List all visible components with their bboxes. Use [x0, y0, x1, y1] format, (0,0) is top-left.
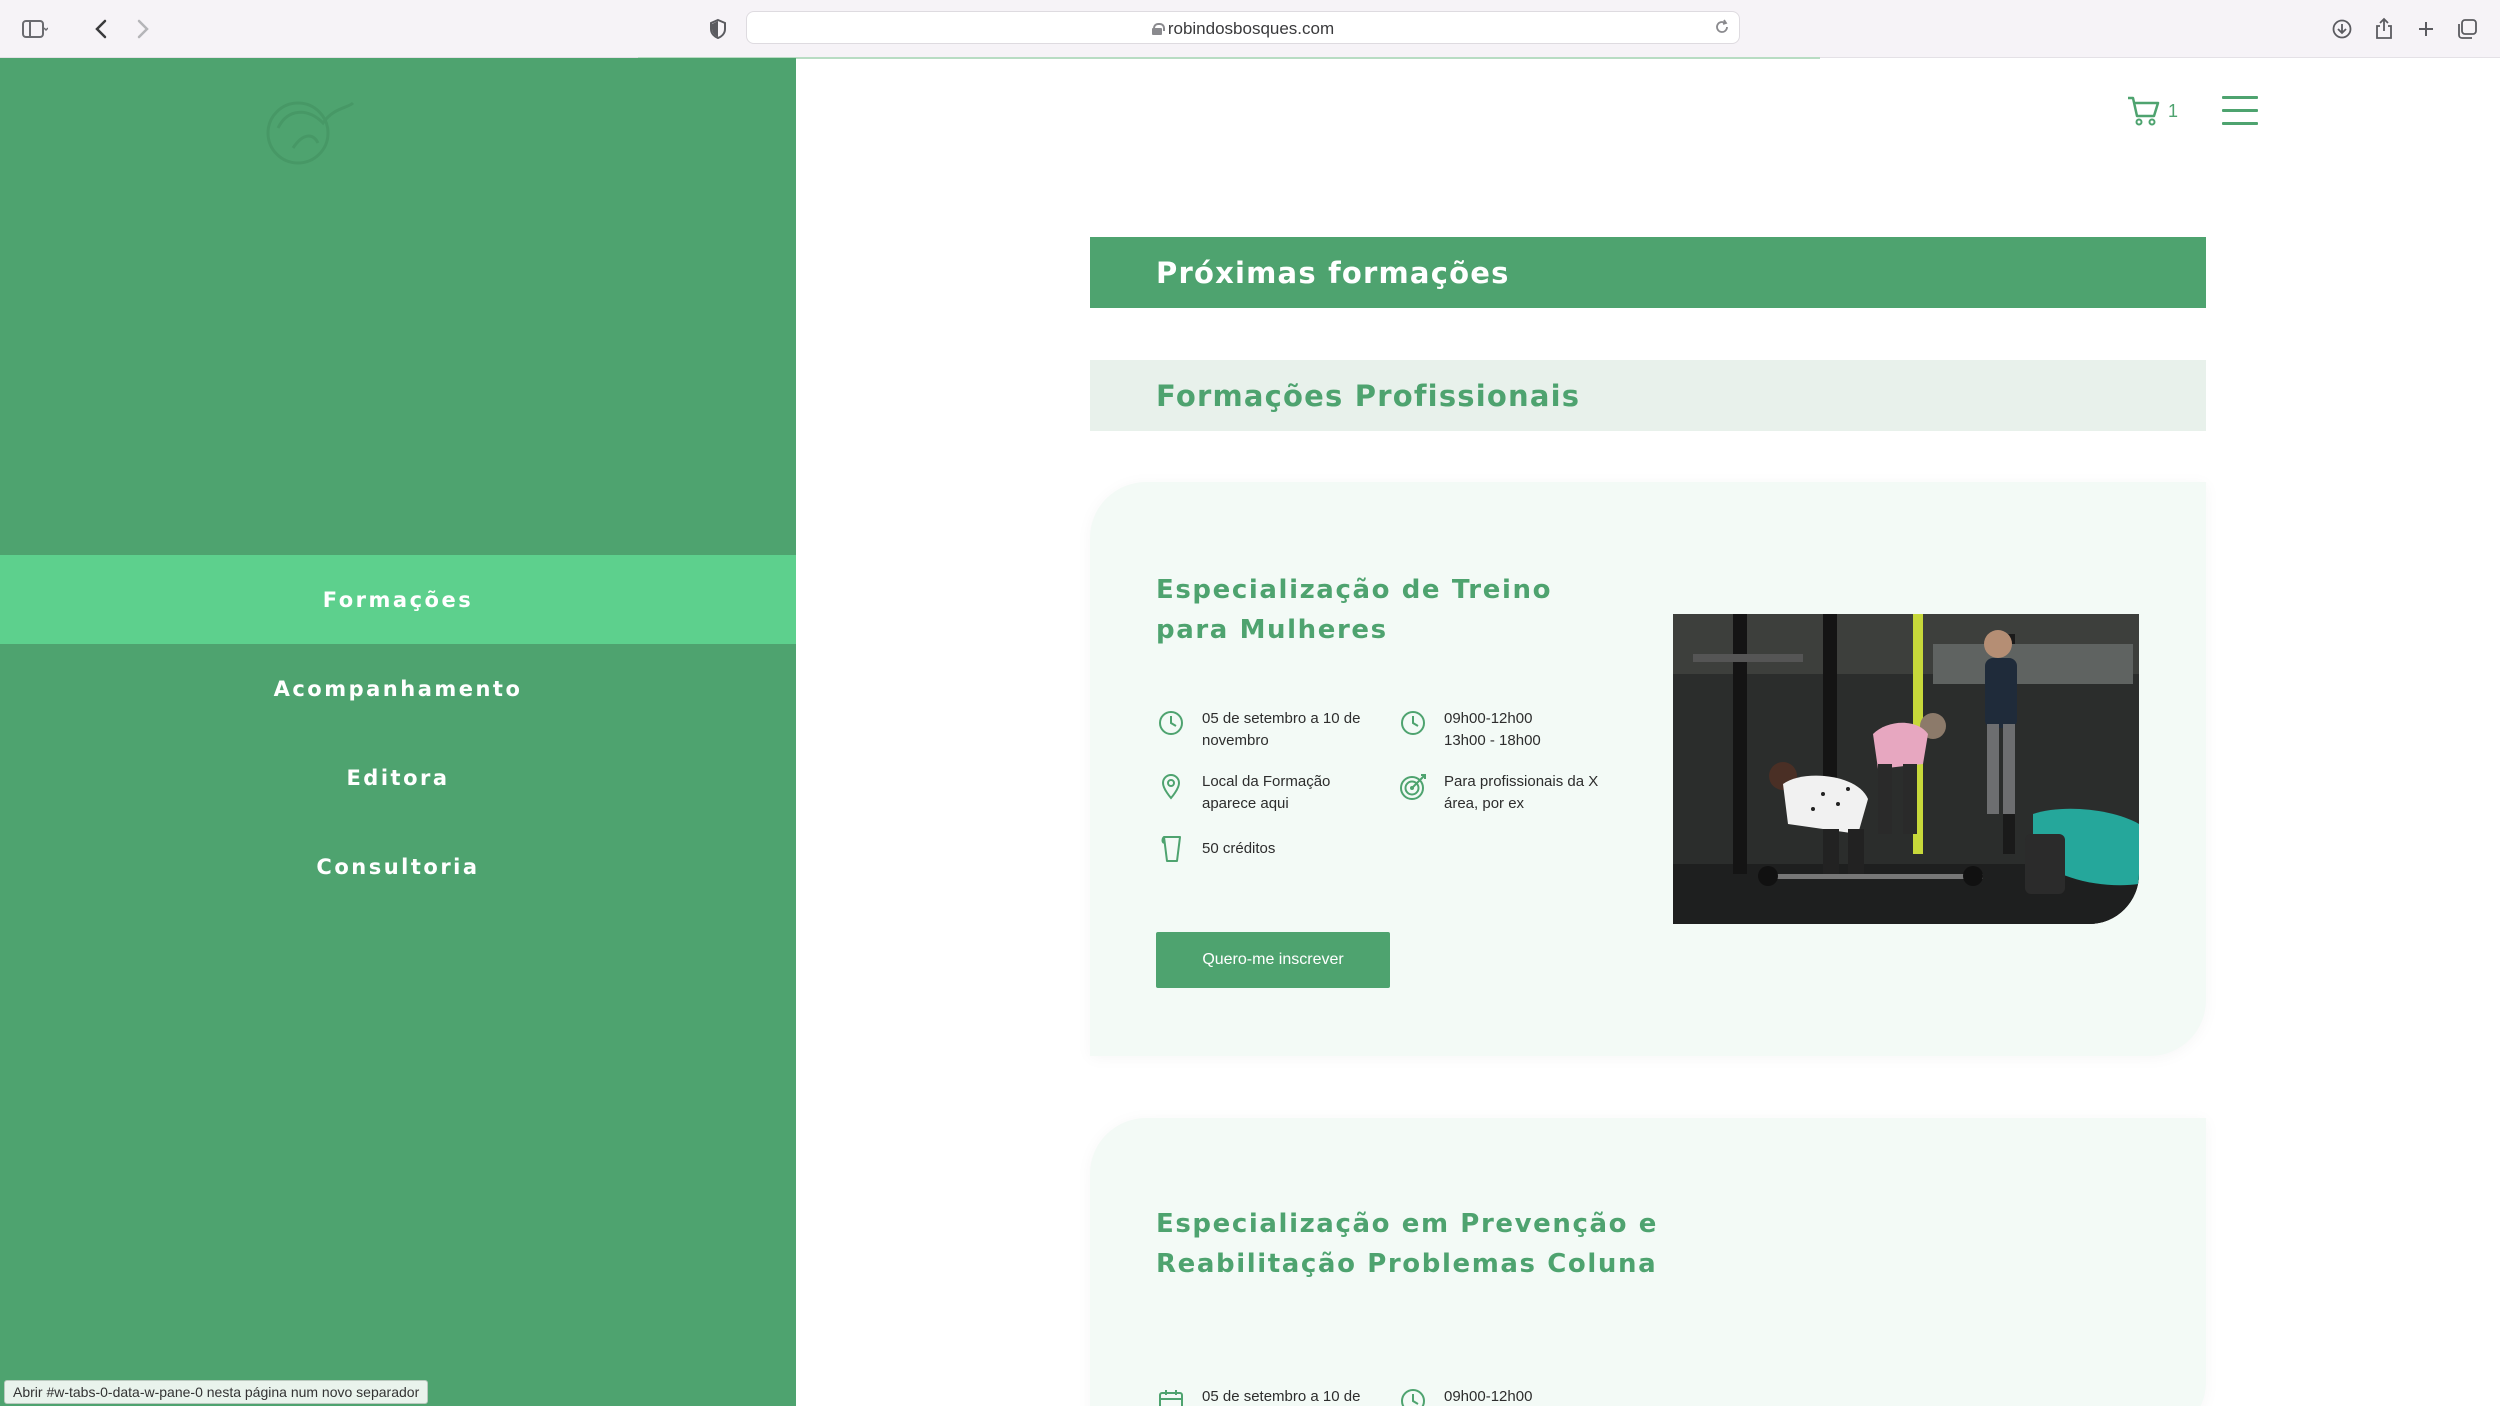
course-schedule: 09h00-12h00 13h00 - 18h00 [1398, 708, 1624, 752]
course-dates: 05 de setembro a 10 de [1156, 1386, 1382, 1406]
course-card: Especialização em Prevenção e Reabilitaç… [1090, 1118, 2206, 1406]
menu-hamburger-icon[interactable] [2222, 96, 2258, 126]
calendar-icon [1156, 1386, 1186, 1406]
cart-icon[interactable] [2126, 94, 2162, 128]
cart-count-badge: 1 [2168, 101, 2179, 121]
sidebar-menu: Formações Acompanhamento Editora Consult… [0, 58, 796, 1406]
sidebar-item-editora[interactable]: Editora [0, 733, 796, 822]
subsection-banner: Formações Profissionais [1090, 360, 2206, 431]
course-location-text: Local da Formação aparece aqui [1202, 773, 1331, 812]
privacy-shield-icon[interactable] [703, 14, 733, 44]
course-schedule: 09h00-12h00 [1398, 1386, 1624, 1406]
course-credits: 50 créditos [1156, 834, 1382, 864]
logo-icon[interactable] [248, 78, 358, 178]
course-dates-text: 05 de setembro a 10 de [1202, 1388, 1361, 1405]
certificate-icon [1156, 834, 1186, 864]
link-status-hint: Abrir #w-tabs-0-data-w-pane-0 nesta pági… [4, 1380, 429, 1404]
course-schedule-morning: 09h00-12h00 [1444, 1388, 1533, 1405]
sidebar-item-acompanhamento[interactable]: Acompanhamento [0, 644, 796, 733]
course-dates-text: 05 de setembro a 10 de novembro [1202, 710, 1361, 749]
page-title: Próximas formações [1156, 256, 1510, 290]
tab-overview-icon[interactable] [2452, 14, 2482, 44]
downloads-icon[interactable] [2327, 14, 2357, 44]
section-banner: Próximas formações [1090, 237, 2206, 308]
lock-icon [1151, 23, 1165, 35]
course-location: Local da Formação aparece aqui [1156, 771, 1382, 815]
course-photo [1673, 614, 2139, 924]
location-pin-icon [1156, 771, 1186, 801]
sidebar-item-formacoes[interactable]: Formações [0, 555, 796, 644]
course-title: Especialização de Treino para Mulheres [1156, 575, 1553, 645]
target-icon [1398, 771, 1428, 801]
course-title: Especialização em Prevenção e Reabilitaç… [1156, 1209, 1659, 1279]
reload-icon[interactable] [1713, 18, 1731, 41]
forward-arrow-icon[interactable] [128, 14, 158, 44]
clock-icon [1398, 708, 1428, 738]
course-schedule-afternoon: 13h00 - 18h00 [1444, 732, 1541, 749]
page-load-progress [638, 57, 1820, 59]
course-card: Especialização de Treino para Mulheres 0… [1090, 482, 2206, 1056]
course-audience: Para profissionais da X área, por ex [1398, 771, 1624, 815]
clock-icon [1398, 1386, 1428, 1406]
address-bar[interactable]: robindosbosques.com [746, 11, 1740, 44]
sidebar-item-consultoria[interactable]: Consultoria [0, 822, 796, 911]
url-text: robindosbosques.com [1167, 19, 1335, 38]
share-icon[interactable] [2369, 14, 2399, 44]
back-arrow-icon[interactable] [86, 14, 116, 44]
sidebar-toggle-icon[interactable] [20, 14, 50, 44]
enroll-button[interactable]: Quero-me inscrever [1156, 932, 1390, 988]
subsection-title: Formações Profissionais [1156, 379, 1581, 413]
new-tab-icon[interactable] [2411, 14, 2441, 44]
course-audience-text: Para profissionais da X área, por ex [1444, 773, 1599, 812]
clock-icon [1156, 708, 1186, 738]
browser-toolbar: robindosbosques.com [0, 0, 2500, 58]
course-dates: 05 de setembro a 10 de novembro [1156, 708, 1382, 752]
course-schedule-morning: 09h00-12h00 [1444, 710, 1533, 727]
course-credits-text: 50 créditos [1202, 840, 1276, 857]
